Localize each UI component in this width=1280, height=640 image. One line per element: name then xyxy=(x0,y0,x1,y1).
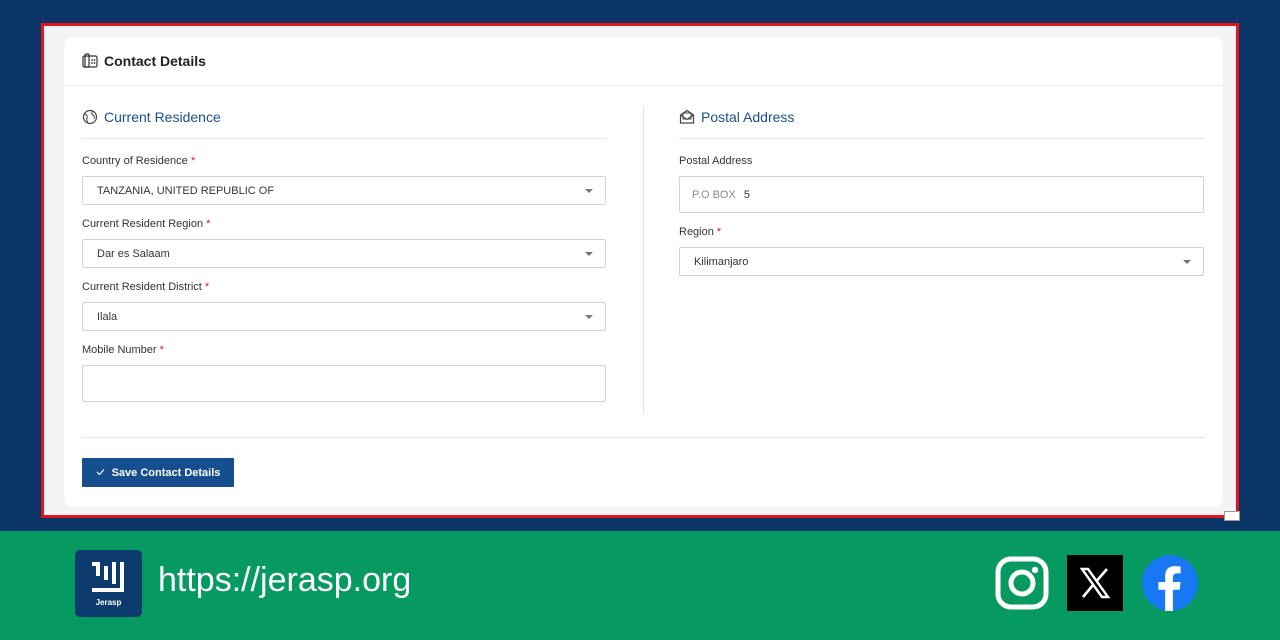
website-url[interactable]: https://jerasp.org xyxy=(158,561,411,600)
postal-region-select[interactable]: Kilimanjaro xyxy=(679,247,1204,276)
district-label: Current Resident District * xyxy=(82,281,606,294)
chevron-down-icon xyxy=(585,314,593,319)
district-select[interactable]: Ilala xyxy=(82,302,606,331)
country-field: Country of Residence * TANZANIA, UNITED … xyxy=(82,155,606,205)
section-divider xyxy=(679,138,1204,139)
section-divider xyxy=(82,138,606,139)
region-field: Current Resident Region * Dar es Salaam xyxy=(82,218,606,268)
globe-icon xyxy=(82,109,98,125)
contact-details-card: Contact Details Current Residence Countr… xyxy=(64,37,1223,507)
chevron-down-icon xyxy=(585,188,593,193)
check-icon xyxy=(96,467,105,479)
district-field: Current Resident District * Ilala xyxy=(82,281,606,331)
footer-divider xyxy=(82,437,1205,438)
region-select-value: Dar es Salaam xyxy=(97,247,170,260)
jerasp-logo-mark xyxy=(91,562,124,592)
required-marker: * xyxy=(716,226,722,238)
postal-input-value: 5 xyxy=(743,188,750,201)
postal-region-label-text: Region xyxy=(679,226,714,238)
postal-region-select-value: Kilimanjaro xyxy=(694,255,749,268)
card-title: Contact Details xyxy=(104,53,206,69)
current-residence-header: Current Residence xyxy=(82,107,606,127)
resize-handle[interactable] xyxy=(1224,511,1240,521)
save-contact-details-button[interactable]: Save Contact Details xyxy=(82,458,234,487)
region-label-text: Current Resident Region xyxy=(82,218,204,230)
current-residence-title: Current Residence xyxy=(104,109,221,125)
facebook-icon[interactable] xyxy=(1142,555,1198,611)
country-select[interactable]: TANZANIA, UNITED REPUBLIC OF xyxy=(82,176,606,205)
postal-region-label: Region * xyxy=(679,226,1204,239)
chevron-down-icon xyxy=(1183,259,1191,264)
mobile-input[interactable] xyxy=(82,365,606,402)
required-marker: * xyxy=(159,344,164,356)
region-label: Current Resident Region * xyxy=(82,218,606,231)
postal-address-title: Postal Address xyxy=(701,109,795,125)
postal-field: Postal Address P.O BOX 5 xyxy=(679,155,1204,213)
logo-text: Jerasp xyxy=(95,598,122,607)
district-select-value: Ilala xyxy=(97,310,118,323)
region-select[interactable]: Dar es Salaam xyxy=(82,239,606,268)
mobile-field: Mobile Number * xyxy=(82,344,606,402)
po-box-prefix: P.O BOX xyxy=(692,188,736,201)
x-icon[interactable] xyxy=(1067,555,1123,611)
required-marker: * xyxy=(206,218,211,230)
district-label-text: Current Resident District xyxy=(82,281,202,293)
country-select-value: TANZANIA, UNITED REPUBLIC OF xyxy=(97,184,275,197)
country-label: Country of Residence * xyxy=(82,155,606,168)
instagram-icon[interactable] xyxy=(994,555,1050,611)
required-marker: * xyxy=(190,155,196,167)
column-divider xyxy=(643,107,644,413)
jerasp-logo[interactable]: Jerasp xyxy=(75,550,142,617)
postal-address-section: Postal Address Postal Address P.O BOX 5 … xyxy=(679,107,1204,289)
postal-region-field: Region * Kilimanjaro xyxy=(679,226,1204,276)
telephone-icon xyxy=(82,53,98,69)
mobile-label: Mobile Number * xyxy=(82,344,606,357)
chevron-down-icon xyxy=(585,251,593,256)
card-header: Contact Details xyxy=(64,37,1223,86)
mail-icon xyxy=(679,109,695,125)
current-residence-section: Current Residence Country of Residence *… xyxy=(82,107,606,415)
mobile-label-text: Mobile Number xyxy=(82,344,157,356)
postal-label: Postal Address xyxy=(679,155,753,167)
country-label-text: Country of Residence xyxy=(82,155,188,167)
postal-address-header: Postal Address xyxy=(679,107,1204,127)
save-button-label: Save Contact Details xyxy=(111,466,221,479)
postal-input[interactable]: P.O BOX 5 xyxy=(679,176,1204,213)
required-marker: * xyxy=(204,281,210,293)
footer-banner: Jerasp https://jerasp.org xyxy=(0,531,1280,640)
highlight-frame: Contact Details Current Residence Countr… xyxy=(41,23,1240,521)
